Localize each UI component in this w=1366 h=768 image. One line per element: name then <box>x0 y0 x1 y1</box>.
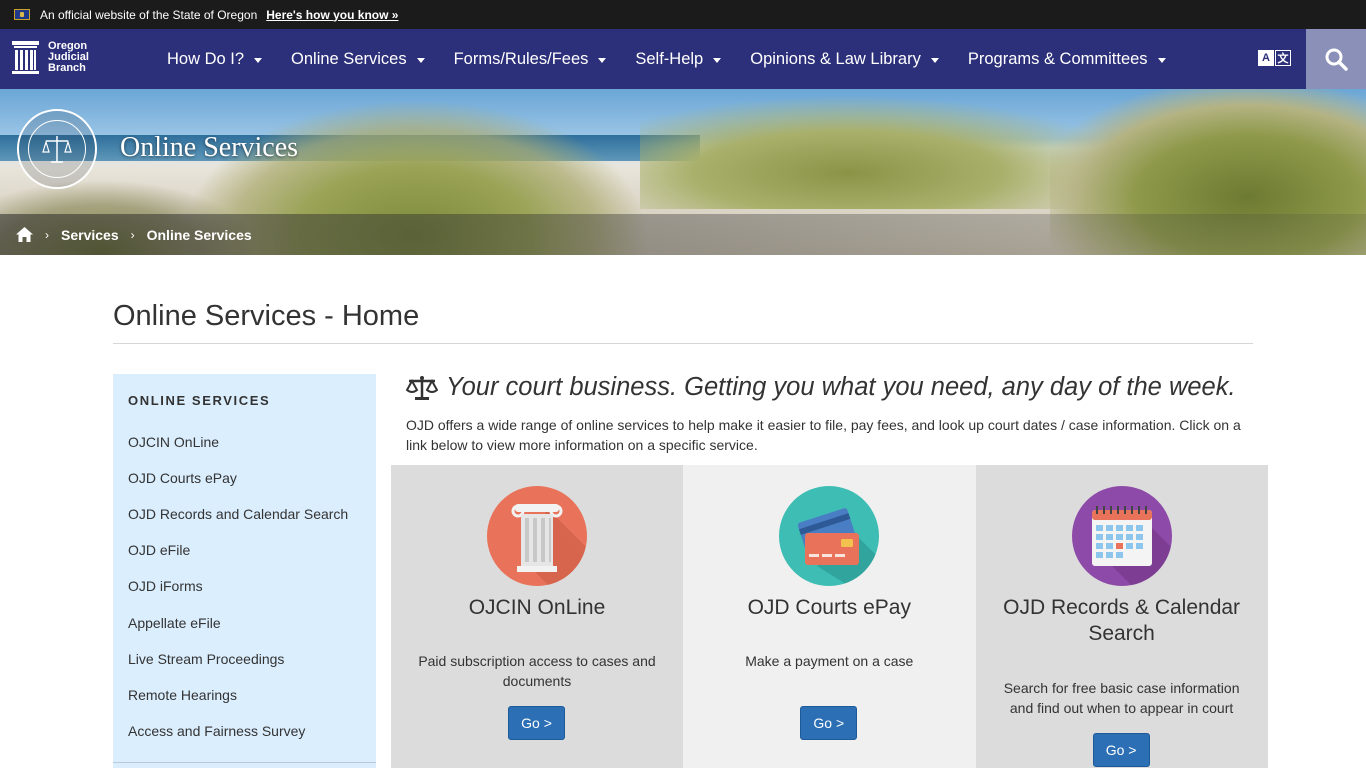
card-title[interactable]: OJD Records & Calendar Search <box>986 595 1258 647</box>
go-button-ojcin-online[interactable]: Go > <box>508 706 565 740</box>
caret-down-icon <box>1157 57 1166 63</box>
card-title[interactable]: OJCIN OnLine <box>401 595 673 621</box>
official-banner-text: An official website of the State of Oreg… <box>40 7 258 22</box>
sidebar-item-ojd-iforms[interactable]: OJD iForms <box>128 578 203 594</box>
pillar-icon[interactable] <box>487 486 587 586</box>
chevron-right-icon: › <box>45 227 49 242</box>
sidebar-item-ojd-courts-epay[interactable]: OJD Courts ePay <box>128 470 237 486</box>
judicial-department-seal-icon <box>17 109 97 189</box>
chevron-right-icon: › <box>130 227 135 242</box>
caret-down-icon <box>930 57 939 63</box>
go-button-ojd-courts-epay[interactable]: Go > <box>800 706 858 740</box>
main-navbar: Oregon Judicial Branch How Do I? Online … <box>0 29 1366 89</box>
sidebar-divider <box>113 762 376 768</box>
service-card-records-calendar-search: OJD Records & Calendar Search Search for… <box>975 465 1268 768</box>
service-cards: OJCIN OnLine Paid subscription access to… <box>391 465 1268 768</box>
translate-icon[interactable]: A 文 <box>1258 50 1291 66</box>
go-button-records-calendar-search[interactable]: Go > <box>1092 733 1150 767</box>
sidebar: ONLINE SERVICES OJCIN OnLine OJD Courts … <box>113 374 376 768</box>
official-banner: An official website of the State of Oreg… <box>0 0 1366 29</box>
sidebar-item-ojcin-online[interactable]: OJCIN OnLine <box>128 434 219 450</box>
caret-down-icon <box>254 57 263 63</box>
home-icon[interactable] <box>16 227 33 242</box>
oregon-flag-icon <box>14 9 30 20</box>
tagline-text: Your court business. Getting you what yo… <box>446 373 1236 401</box>
nav-item-how-do-i[interactable]: How Do I? <box>167 50 263 69</box>
credit-card-icon[interactable] <box>779 486 880 586</box>
nav-menu: How Do I? Online Services Forms/Rules/Fe… <box>167 29 1195 89</box>
card-description: Paid subscription access to cases and do… <box>418 653 656 689</box>
search-icon <box>1325 48 1348 71</box>
search-button[interactable] <box>1306 29 1366 89</box>
sidebar-item-records-calendar-search[interactable]: OJD Records and Calendar Search <box>128 506 348 522</box>
service-card-ojd-courts-epay: OJD Courts ePay Make a payment on a case… <box>683 465 976 768</box>
sidebar-item-ojd-efile[interactable]: OJD eFile <box>128 542 190 558</box>
logo-text: Oregon Judicial Branch <box>48 40 89 74</box>
sidebar-item-live-stream[interactable]: Live Stream Proceedings <box>128 651 284 667</box>
sidebar-heading: ONLINE SERVICES <box>128 393 271 408</box>
service-card-ojcin-online: OJCIN OnLine Paid subscription access to… <box>391 465 684 768</box>
how-you-know-link[interactable]: Here's how you know » <box>266 8 398 22</box>
courthouse-pillar-icon <box>12 41 39 74</box>
nav-item-forms-rules-fees[interactable]: Forms/Rules/Fees <box>454 50 607 69</box>
sidebar-item-fairness-survey[interactable]: Access and Fairness Survey <box>128 723 305 739</box>
nav-item-online-services[interactable]: Online Services <box>291 50 425 69</box>
sidebar-item-remote-hearings[interactable]: Remote Hearings <box>128 687 237 703</box>
card-description: Make a payment on a case <box>745 653 914 669</box>
nav-item-opinions-law-library[interactable]: Opinions & Law Library <box>750 50 939 69</box>
caret-down-icon <box>713 57 722 63</box>
card-description: Search for free basic case information a… <box>1003 680 1240 716</box>
hero-title: Online Services <box>120 132 299 163</box>
sidebar-item-appellate-efile[interactable]: Appellate eFile <box>128 615 221 631</box>
ojd-logo[interactable]: Oregon Judicial Branch <box>12 41 89 74</box>
breadcrumb-online-services: Online Services <box>146 226 252 243</box>
title-divider <box>113 343 1253 344</box>
hero-banner: Online Services › Services › Online Serv… <box>0 89 1366 255</box>
intro-paragraph: OJD offers a wide range of online servic… <box>406 417 1241 453</box>
nav-item-self-help[interactable]: Self-Help <box>635 50 722 69</box>
caret-down-icon <box>416 57 425 63</box>
nav-item-programs-committees[interactable]: Programs & Committees <box>968 50 1166 69</box>
breadcrumb: › Services › Online Services <box>0 214 1366 255</box>
tagline: Your court business. Getting you what yo… <box>406 373 1236 402</box>
card-title[interactable]: OJD Courts ePay <box>693 595 965 621</box>
breadcrumb-services[interactable]: Services <box>61 227 119 243</box>
calendar-icon[interactable] <box>1071 486 1172 586</box>
caret-down-icon <box>598 57 607 63</box>
page-title: Online Services - Home <box>113 300 420 332</box>
scales-of-justice-icon <box>406 375 438 400</box>
